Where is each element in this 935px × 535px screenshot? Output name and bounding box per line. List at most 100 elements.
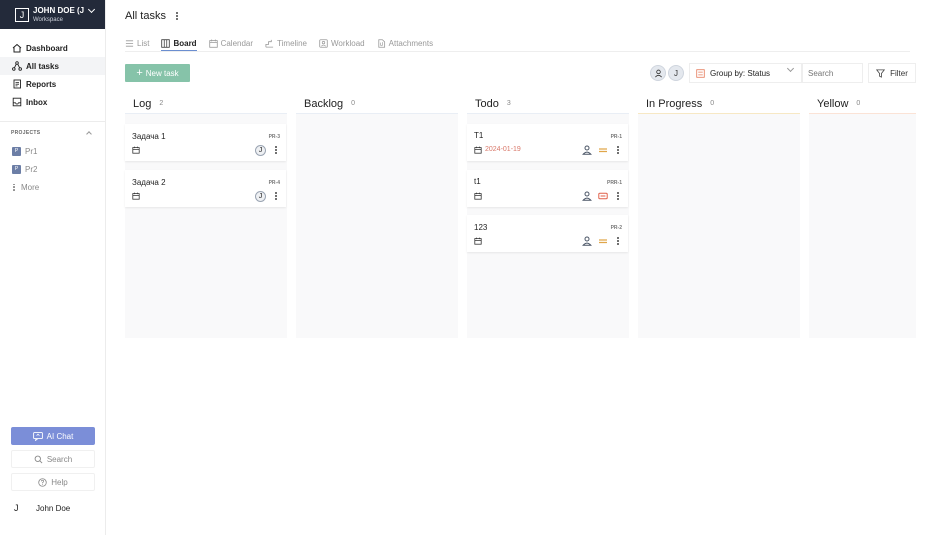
task-title: 123 — [474, 223, 488, 232]
priority-high-icon[interactable] — [598, 191, 608, 201]
ai-chat-label: AI Chat — [46, 431, 74, 441]
board-search-input[interactable] — [802, 63, 863, 83]
app-window: J JOHN DOE (J Workspace Dashboard All ta… — [0, 0, 935, 535]
task-title: Задача 1 — [132, 132, 166, 141]
tab-attachments[interactable]: Attachments — [377, 36, 433, 51]
column-header[interactable]: In Progress 0 — [638, 94, 800, 114]
column-header[interactable]: Yellow 0 — [809, 94, 916, 114]
inbox-icon — [12, 97, 22, 107]
sidebar-more[interactable]: More — [0, 178, 105, 196]
ai-chat-button[interactable]: AI Chat — [11, 427, 95, 445]
task-card[interactable]: 123 PR-2 — [467, 215, 628, 252]
sidebar-item-label: All tasks — [26, 61, 59, 71]
column-title: Todo — [475, 97, 499, 110]
workspace-avatar: J — [15, 7, 29, 22]
column-title: Log — [133, 97, 152, 110]
task-assignee-avatar[interactable]: J — [255, 191, 266, 202]
tab-label: Board — [173, 38, 197, 48]
sidebar-nav: Dashboard All tasks Reports Inbox — [0, 39, 105, 111]
sidebar-item-reports[interactable]: Reports — [0, 75, 105, 93]
tab-label: Attachments — [388, 39, 434, 48]
help-button[interactable]: Help — [11, 473, 95, 491]
sidebar-item-all-tasks[interactable]: All tasks — [0, 57, 105, 75]
tab-list[interactable]: List — [125, 36, 149, 51]
more-vertical-icon[interactable] — [275, 192, 277, 200]
more-label: More — [21, 182, 40, 192]
calendar-icon[interactable] — [474, 192, 482, 200]
column-header[interactable]: Log 2 — [125, 94, 287, 114]
project-badge: P — [12, 146, 21, 156]
tab-timeline[interactable]: Timeline — [265, 36, 307, 51]
column-count: 2 — [159, 100, 164, 107]
task-card[interactable]: t1 PRR-1 — [467, 170, 628, 207]
user-avatar: J — [14, 503, 19, 513]
sidebar-item-label: Reports — [26, 79, 57, 89]
calendar-icon[interactable] — [132, 146, 140, 154]
task-key: PR-1 — [610, 134, 622, 140]
task-due-date[interactable]: 2024-01-19 — [485, 146, 521, 153]
workspace-subtitle: Workspace — [33, 16, 63, 23]
sidebar-project-pr2[interactable]: P Pr2 — [0, 160, 105, 178]
list-icon — [125, 40, 134, 47]
sidebar-item-inbox[interactable]: Inbox — [0, 93, 105, 111]
main-content: All tasks List Board Calendar Timeline W… — [106, 0, 935, 535]
more-vertical-icon[interactable] — [617, 192, 619, 200]
more-vertical-icon[interactable] — [275, 146, 277, 154]
user-name: John Doe — [36, 503, 71, 513]
more-vertical-icon[interactable] — [617, 146, 619, 154]
group-icon — [696, 68, 705, 78]
tab-label: Timeline — [277, 39, 307, 48]
task-assignee-avatar[interactable]: J — [255, 145, 266, 156]
column-count: 0 — [856, 100, 861, 107]
task-card[interactable]: Задача 1 PR-3 J — [125, 124, 286, 161]
calendar-icon[interactable] — [132, 192, 140, 200]
priority-medium-icon[interactable] — [598, 236, 608, 246]
task-key: PRR-1 — [606, 180, 622, 186]
tab-workload[interactable]: Workload — [319, 36, 365, 51]
calendar-icon[interactable] — [474, 146, 482, 154]
calendar-icon[interactable] — [474, 237, 482, 245]
board-column-in-progress: In Progress 0 — [638, 94, 800, 338]
projects-section-header[interactable]: PROJECTS — [0, 121, 105, 137]
group-by-select[interactable]: Group by: Status — [689, 63, 802, 83]
task-card[interactable]: T1 PR-1 2024-01-19 — [467, 124, 628, 161]
workload-icon — [319, 39, 328, 48]
column-header[interactable]: Todo 3 — [467, 94, 629, 114]
report-icon — [13, 79, 21, 89]
tab-label: Workload — [330, 39, 365, 48]
column-title: Backlog — [304, 97, 344, 110]
more-vertical-icon[interactable] — [175, 12, 178, 20]
filter-icon — [876, 68, 886, 78]
column-count: 0 — [710, 100, 715, 107]
task-title: t1 — [474, 177, 481, 186]
tab-board[interactable]: Board — [161, 36, 197, 51]
page-title: All tasks — [125, 10, 166, 22]
chevron-up-icon — [86, 131, 92, 137]
unassigned-filter-avatar[interactable] — [650, 65, 666, 81]
assignee-icon[interactable] — [582, 145, 592, 155]
plus-icon: + — [136, 66, 143, 79]
assignee-icon[interactable] — [582, 236, 592, 246]
sidebar-project-pr1[interactable]: P Pr1 — [0, 142, 105, 160]
sidebar-item-label: Dashboard — [26, 43, 68, 53]
task-card[interactable]: Задача 2 PR-4 J — [125, 170, 286, 207]
more-vertical-icon[interactable] — [617, 237, 619, 245]
assignee-avatar[interactable]: J — [668, 65, 684, 81]
filter-button[interactable]: Filter — [868, 63, 916, 83]
project-label: Pr2 — [25, 164, 38, 174]
workspace-switcher[interactable]: J JOHN DOE (J Workspace — [0, 0, 105, 29]
column-header[interactable]: Backlog 0 — [296, 94, 458, 114]
sidebar-item-dashboard[interactable]: Dashboard — [0, 39, 105, 57]
priority-medium-icon[interactable] — [598, 145, 608, 155]
tab-calendar[interactable]: Calendar — [208, 36, 253, 51]
task-key: PR-2 — [610, 225, 622, 231]
board-icon — [161, 38, 171, 48]
assignee-icon[interactable] — [582, 191, 592, 201]
task-key: PR-4 — [268, 180, 280, 186]
workspace-name: JOHN DOE (J — [33, 5, 85, 15]
help-label: Help — [51, 477, 68, 487]
user-profile[interactable]: J John Doe — [14, 503, 70, 513]
search-icon — [34, 455, 43, 463]
sidebar-search-button[interactable]: Search — [11, 450, 95, 468]
new-task-button[interactable]: + New task — [125, 64, 190, 82]
